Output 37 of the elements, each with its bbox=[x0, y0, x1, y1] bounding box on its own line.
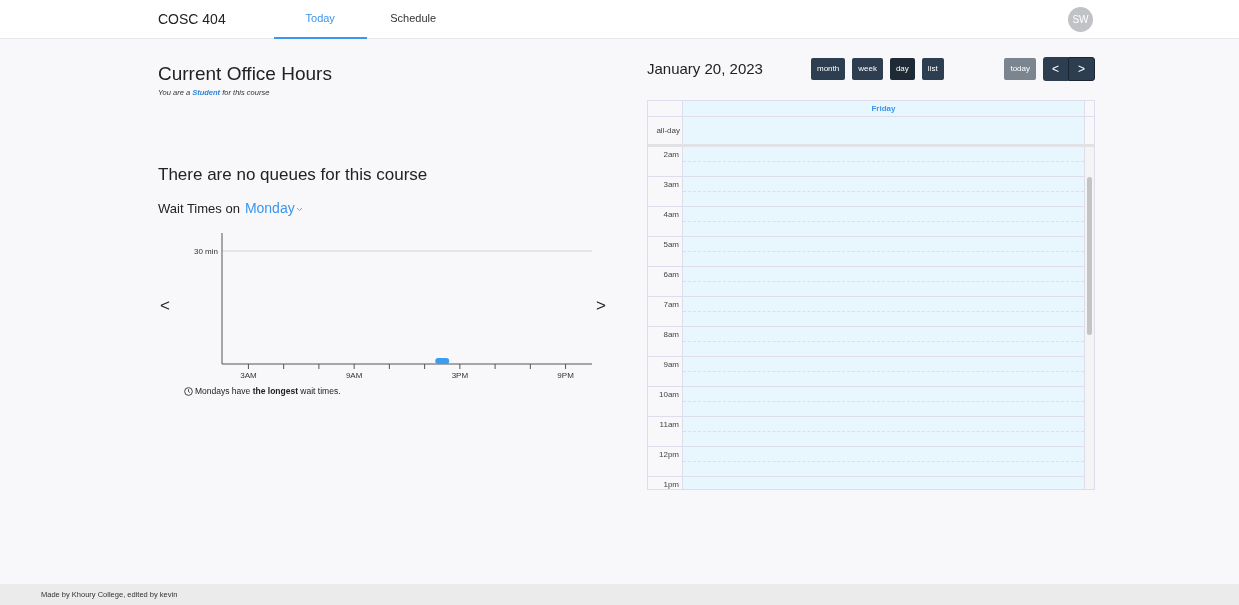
view-button[interactable]: week bbox=[852, 58, 883, 80]
time-slot[interactable] bbox=[683, 267, 1084, 296]
time-slot[interactable] bbox=[683, 327, 1084, 356]
x-tick-label: 3PM bbox=[451, 370, 469, 380]
x-tick-label: 9AM bbox=[345, 370, 363, 380]
view-button[interactable]: month bbox=[811, 58, 846, 80]
day-header: Friday bbox=[683, 101, 1084, 116]
wait-times-note: Mondays have the longest wait times. bbox=[195, 384, 341, 398]
course-title: COSC 404 bbox=[158, 9, 226, 29]
all-day-slot[interactable] bbox=[683, 117, 1084, 144]
view-button[interactable]: list bbox=[921, 58, 944, 80]
x-tick-label: 9PM bbox=[557, 370, 574, 380]
page-heading: Current Office Hours bbox=[158, 62, 333, 86]
previous-button[interactable]: < bbox=[1043, 57, 1068, 81]
wait-times-label: Wait Times on bbox=[158, 199, 240, 218]
time-slot[interactable] bbox=[683, 447, 1084, 476]
scrollbar[interactable] bbox=[1087, 177, 1092, 335]
time-slot[interactable] bbox=[683, 177, 1084, 206]
view-button[interactable]: day bbox=[889, 58, 915, 80]
queues-message: There are no queues for this course bbox=[158, 164, 429, 187]
x-tick-label: 3AM bbox=[240, 370, 257, 380]
chart-bar bbox=[435, 357, 450, 364]
time-slot[interactable] bbox=[683, 387, 1084, 416]
y-axis-label: 30 min bbox=[194, 246, 218, 256]
clock-icon bbox=[184, 386, 193, 396]
time-slot[interactable] bbox=[683, 297, 1084, 326]
next-day-button[interactable]: > bbox=[594, 293, 608, 319]
previous-day-button[interactable]: < bbox=[158, 293, 172, 319]
chevron-down-icon bbox=[295, 207, 303, 213]
time-slot[interactable] bbox=[683, 417, 1084, 446]
time-slot[interactable] bbox=[683, 237, 1084, 266]
calendar-date: January 20, 2023 bbox=[647, 58, 764, 79]
time-slot[interactable] bbox=[683, 207, 1084, 236]
time-slot[interactable] bbox=[683, 147, 1084, 176]
time-slot[interactable] bbox=[683, 357, 1084, 386]
next-button[interactable]: > bbox=[1068, 57, 1095, 81]
nav-tab[interactable]: Schedule bbox=[366, 0, 460, 39]
